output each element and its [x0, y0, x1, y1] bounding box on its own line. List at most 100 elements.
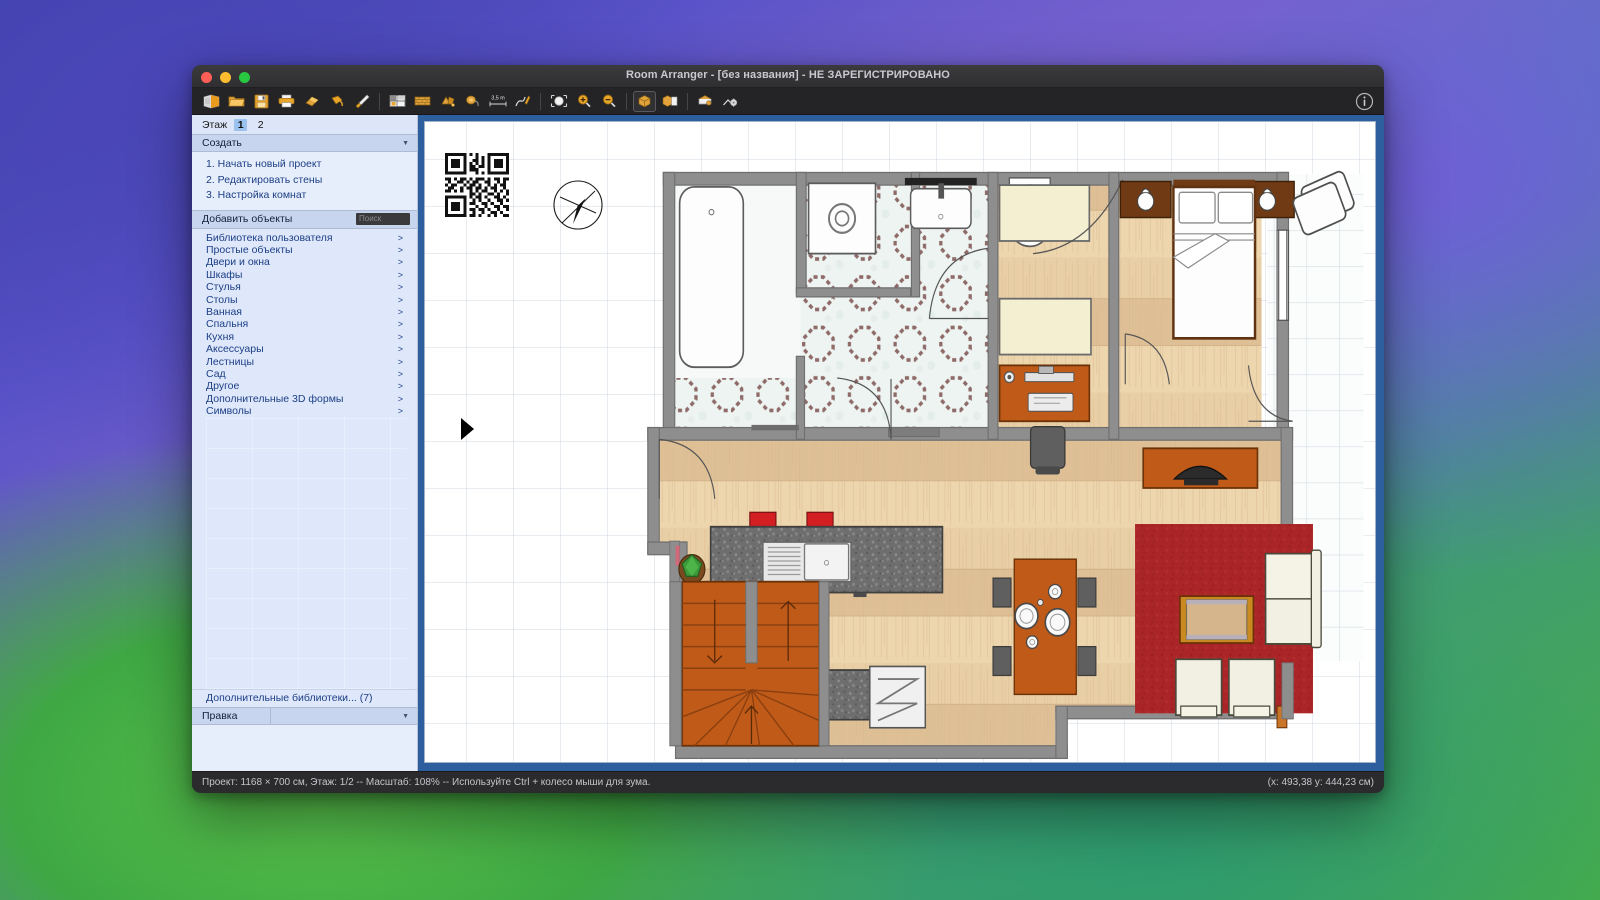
dishwasher [870, 666, 925, 727]
save-disk-icon[interactable] [250, 91, 273, 112]
library-item-kitchen[interactable]: Кухня> [192, 331, 417, 343]
tv-console [1143, 448, 1257, 488]
zoom-in-icon[interactable] [572, 91, 595, 112]
dimension-pencil-icon[interactable] [511, 91, 534, 112]
library-item-bathroom[interactable]: Ванная> [192, 306, 417, 318]
library-list-empty-area [192, 417, 417, 689]
chevron-down-icon[interactable]: ▼ [402, 140, 409, 147]
paint-roller-icon[interactable] [461, 91, 484, 112]
library-label: Другое [206, 380, 239, 392]
stair-opening-left [670, 582, 681, 746]
create-step-new-project[interactable]: 1. Начать новый проект [192, 157, 417, 173]
toolbar-group-render [694, 91, 742, 112]
library-item-tables[interactable]: Столы> [192, 293, 417, 305]
library-item-bedroom[interactable]: Спальня> [192, 318, 417, 330]
edit-section-header[interactable]: Правка ▼ [192, 707, 417, 725]
print-icon[interactable] [275, 91, 298, 112]
library-item-garden[interactable]: Сад > [192, 368, 417, 380]
render-settings-icon[interactable] [719, 91, 742, 112]
plate-1 [1015, 603, 1038, 628]
shower-tray [809, 183, 876, 253]
walkthrough-icon[interactable] [694, 91, 717, 112]
extra-libraries-link[interactable]: Дополнительные библиотеки... (7) [192, 689, 417, 707]
glass-1 [1049, 584, 1062, 598]
sink-faucet [938, 183, 944, 198]
floorplan-icon[interactable] [386, 91, 409, 112]
library-item-simple-objects[interactable]: Простые объекты> [192, 244, 417, 256]
chevron-right-icon: > [398, 381, 403, 391]
edit-section-body [192, 725, 417, 771]
floor-selector: Этаж 1 2 [192, 115, 417, 134]
window-titlebar: Room Arranger - [без названия] - НЕ ЗАРЕ… [192, 65, 1384, 88]
library-item-accessories[interactable]: Аксессуары> [192, 343, 417, 355]
left-sidebar: Этаж 1 2 Создать ▼ 1. Начать новый проек… [192, 115, 418, 771]
library-label: Шкафы [206, 269, 242, 281]
library-item-cabinets[interactable]: Шкафы> [192, 269, 417, 281]
bar-stool-2 [807, 512, 833, 526]
floorplan-paper[interactable] [424, 121, 1376, 763]
status-cursor-coordinates: (x: 493,38 y: 444,23 см) [1268, 777, 1374, 788]
library-item-chairs[interactable]: Стулья> [192, 281, 417, 293]
library-list: Библиотека пользователя> Простые объекты… [192, 229, 417, 418]
zoom-fit-icon[interactable] [547, 91, 570, 112]
armchair-2 [1229, 659, 1275, 717]
chevron-right-icon: > [398, 357, 403, 367]
view-3d-box-icon[interactable] [633, 91, 656, 112]
add-objects-header: Добавить объекты Поиск [192, 210, 417, 229]
library-label: Столы [206, 294, 238, 306]
toolbar-group-plan: 3,5 m [386, 91, 534, 112]
toolbar-separator [540, 93, 541, 110]
eraser-icon[interactable] [300, 91, 323, 112]
create-step-room-settings[interactable]: 3. Настройка комнат [192, 188, 417, 204]
wall-brick-icon[interactable] [411, 91, 434, 112]
potted-plant [679, 555, 705, 584]
pillow-left [1179, 192, 1215, 223]
toolbar-separator [626, 93, 627, 110]
keyboard [1028, 393, 1073, 411]
sofa [1266, 550, 1321, 647]
library-item-doors-windows[interactable]: Двери и окна> [192, 256, 417, 268]
library-item-other[interactable]: Другое > [192, 380, 417, 392]
chevron-right-icon: > [398, 394, 403, 404]
chevron-right-icon: > [398, 257, 403, 267]
library-item-user-library[interactable]: Библиотека пользователя> [192, 232, 417, 244]
toolbar-group-view [633, 91, 681, 112]
library-label: Ванная [206, 306, 242, 318]
create-section-header[interactable]: Создать ▼ [192, 134, 417, 152]
info-icon[interactable] [1355, 92, 1374, 111]
chevron-down-icon[interactable]: ▼ [402, 713, 409, 720]
library-item-extra-3d-shapes[interactable]: Дополнительные 3D формы > [192, 393, 417, 405]
library-item-stairs[interactable]: Лестницы> [192, 355, 417, 367]
open-folder-icon[interactable] [225, 91, 248, 112]
library-label: Дополнительные 3D формы [206, 393, 343, 405]
armchair-1 [1176, 659, 1222, 717]
create-section-body: 1. Начать новый проект 2. Редактировать … [192, 152, 417, 210]
window-title: Room Arranger - [без названия] - НЕ ЗАРЕ… [192, 69, 1384, 81]
toolbar-separator [687, 93, 688, 110]
search-input[interactable]: Поиск [356, 213, 410, 225]
room-setup-icon[interactable] [436, 91, 459, 112]
new-document-icon[interactable] [200, 91, 223, 112]
paint-bucket-icon[interactable] [325, 91, 348, 112]
library-label: Библиотека пользователя [206, 232, 333, 244]
library-label: Спальня [206, 318, 248, 330]
zoom-out-icon[interactable] [597, 91, 620, 112]
dining-chair-top-left [993, 578, 1011, 607]
floorplan-drawing[interactable] [425, 122, 1375, 762]
canvas-container[interactable] [418, 115, 1384, 771]
library-label: Сад [206, 368, 226, 380]
sink-drainboard [768, 547, 801, 574]
measure-icon[interactable]: 3,5 m [486, 91, 509, 112]
brush-icon[interactable] [350, 91, 373, 112]
create-step-edit-walls[interactable]: 2. Редактировать стены [192, 173, 417, 189]
create-section-title: Создать [202, 137, 242, 149]
chevron-right-icon: > [398, 369, 403, 379]
sink-bowl [805, 544, 849, 580]
floor-tab-1[interactable]: 1 [234, 119, 247, 131]
pillow-right [1218, 192, 1252, 223]
floor-tab-2[interactable]: 2 [254, 119, 267, 131]
status-project-info: Проект: 1168 × 700 см, Этаж: 1/2 -- Масш… [202, 777, 650, 788]
chevron-right-icon: > [398, 282, 403, 292]
library-item-symbols[interactable]: Символы> [192, 405, 417, 417]
view-split-icon[interactable] [658, 91, 681, 112]
